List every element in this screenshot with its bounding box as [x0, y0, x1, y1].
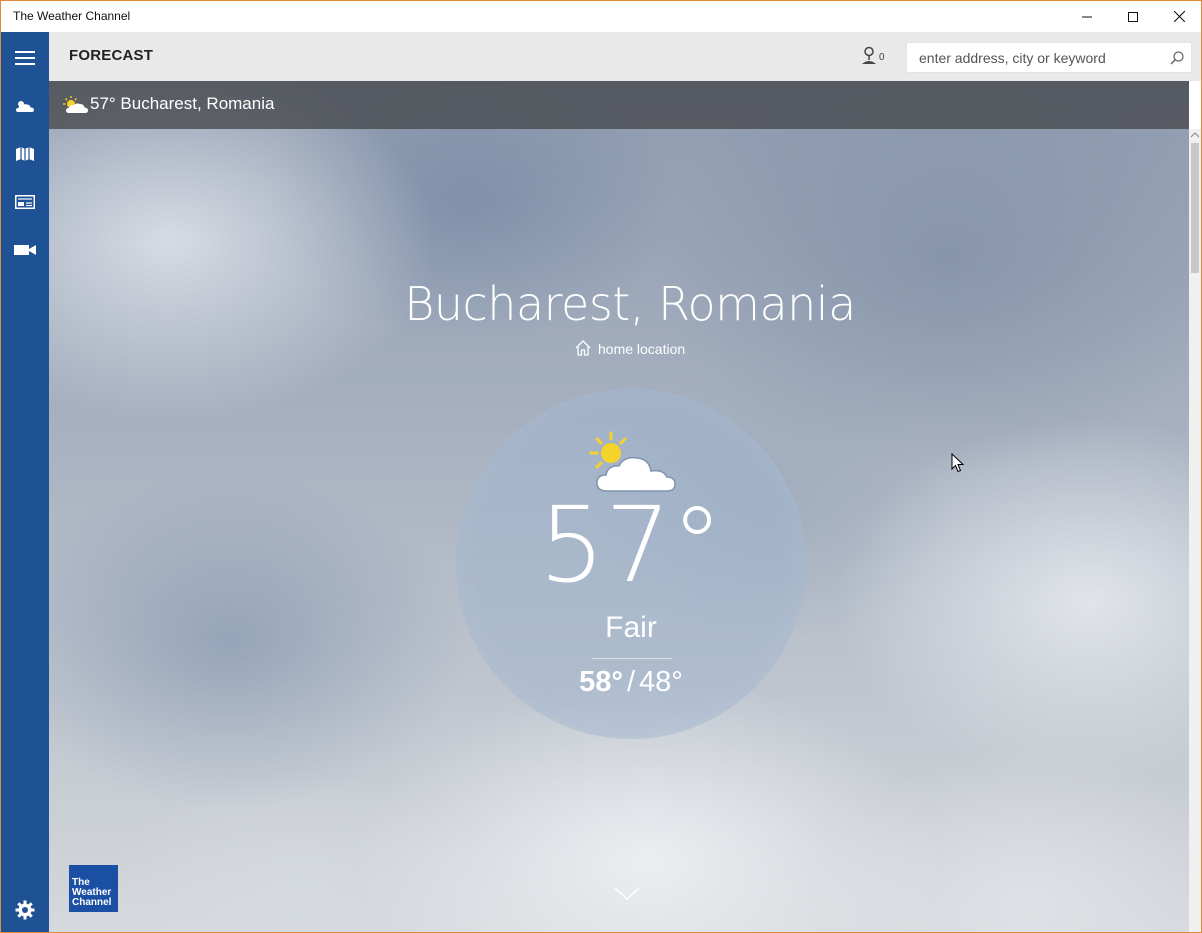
vertical-scrollbar[interactable]	[1189, 129, 1201, 932]
app-window: The Weather Channel FORECAST 0 enter add…	[0, 0, 1202, 933]
current-condition: Fair	[605, 611, 657, 644]
hamburger-menu-button[interactable]	[1, 34, 49, 82]
search-box	[906, 42, 1192, 73]
high-low-separator: /	[626, 666, 636, 698]
city-name: Bucharest, Romania	[404, 277, 856, 331]
title-bar: The Weather Channel	[1, 1, 1201, 32]
close-icon	[1173, 11, 1185, 22]
close-button[interactable]	[1156, 1, 1201, 32]
maximize-button[interactable]	[1110, 1, 1156, 32]
partly-sunny-icon	[63, 96, 88, 113]
current-temperature: 57°	[538, 484, 724, 606]
map-icon	[16, 147, 34, 161]
window-title: The Weather Channel	[13, 9, 131, 23]
menu-icon	[15, 51, 35, 65]
location-pin-icon	[862, 46, 876, 64]
page-title: FORECAST	[69, 47, 154, 64]
left-nav	[1, 32, 49, 932]
app-header: FORECAST 0	[49, 32, 1201, 81]
location-bar[interactable]: 57° Bucharest, Romania	[49, 81, 1189, 129]
nav-settings[interactable]	[1, 886, 49, 932]
home-icon	[575, 340, 591, 356]
video-icon	[14, 245, 36, 255]
minimize-button[interactable]	[1064, 1, 1110, 32]
high-low-temps: 58°/48°	[456, 666, 806, 699]
search-input[interactable]	[907, 43, 1157, 72]
high-temperature: 58°	[579, 666, 623, 698]
nav-news[interactable]	[1, 178, 49, 226]
home-location-label: home location	[598, 341, 686, 357]
nav-video[interactable]	[1, 226, 49, 274]
low-temperature: 48°	[639, 666, 683, 698]
chevron-down-icon	[614, 887, 640, 901]
news-icon	[15, 195, 35, 209]
maximize-icon	[1128, 11, 1138, 22]
locations-count: 0	[879, 52, 885, 63]
locations-button[interactable]: 0	[861, 46, 889, 68]
search-icon	[1170, 51, 1184, 65]
search-button[interactable]	[1169, 50, 1185, 66]
conditions-divider	[592, 658, 672, 659]
nav-maps[interactable]	[1, 130, 49, 178]
nav-forecast[interactable]	[1, 82, 49, 130]
logo-line-3: Channel	[72, 897, 112, 908]
scroll-up-arrow-icon	[1191, 132, 1199, 138]
scrollbar-thumb[interactable]	[1191, 143, 1199, 273]
mouse-cursor-icon	[951, 453, 965, 473]
current-conditions-circle: 57° Fair 58°/48°	[456, 389, 806, 739]
minimize-icon	[1082, 16, 1092, 17]
weather-icon	[16, 101, 34, 112]
weather-channel-logo[interactable]: The Weather Channel	[69, 865, 118, 912]
settings-icon	[15, 900, 35, 920]
forecast-main: 57° Bucharest, Romania Bucharest, Romani…	[49, 81, 1189, 932]
location-bar-text: 57° Bucharest, Romania	[90, 94, 275, 113]
scroll-down-button[interactable]	[614, 886, 640, 902]
